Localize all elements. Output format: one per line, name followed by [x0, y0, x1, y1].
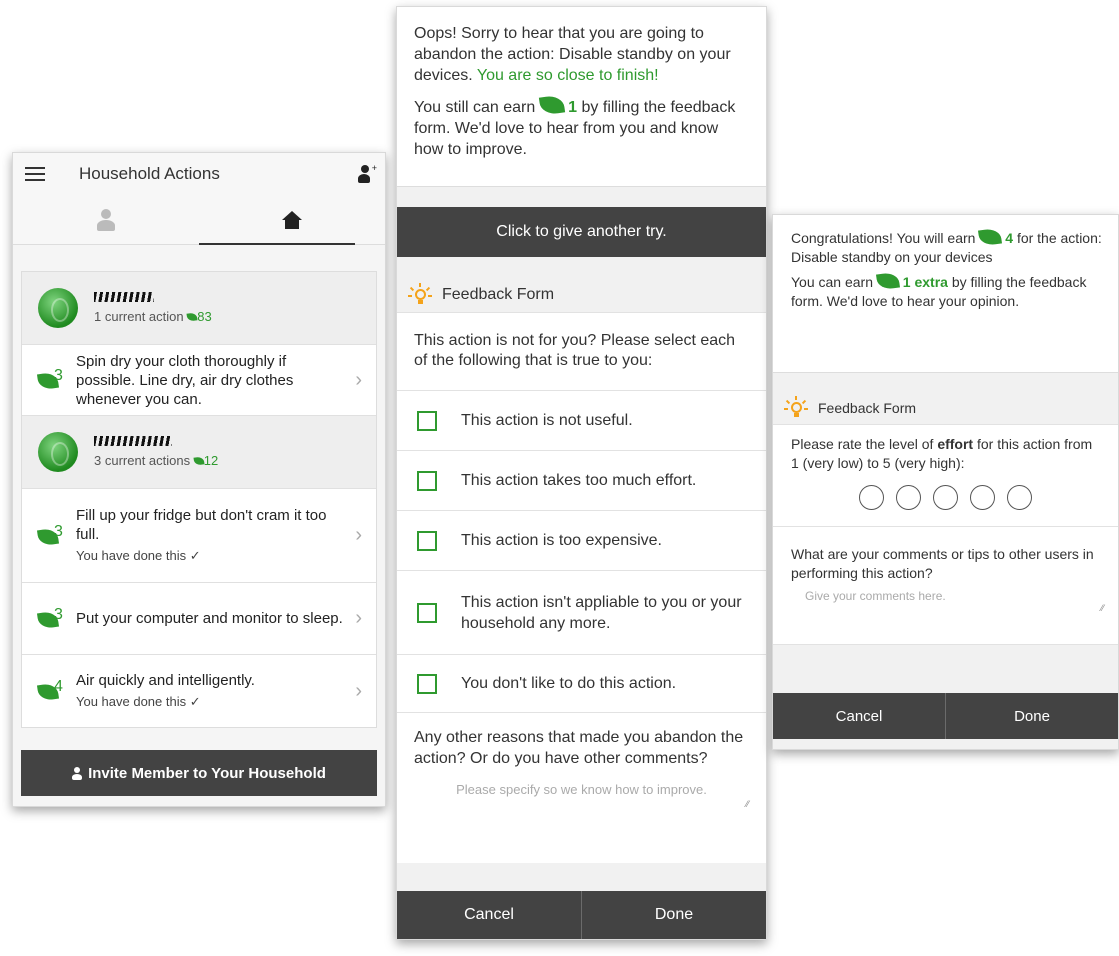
earn-points: 1 [568, 99, 578, 116]
comments-section: What are your comments or tips to other … [773, 527, 1118, 645]
action-text: Spin dry your cloth thoroughly if possib… [76, 352, 294, 408]
option-not-appliable[interactable]: This action isn't appliable to you or yo… [397, 571, 766, 655]
earn-points: 1 extra [902, 274, 948, 290]
cancel-button[interactable]: Cancel [773, 693, 945, 739]
member-points: 83 [197, 309, 212, 324]
action-points: 3 [54, 367, 63, 384]
add-user-icon[interactable]: + [357, 163, 377, 183]
invite-member-button[interactable]: Invite Member to Your Household [21, 750, 377, 796]
lightbulb-icon [408, 282, 432, 307]
member-action-count: 1 current action [94, 309, 184, 324]
effort-keyword: effort [937, 436, 974, 452]
chevron-right-icon: › [355, 524, 362, 546]
comments-textarea[interactable]: Give your comments here. [791, 589, 1104, 619]
effort-rating-section: Please rate the level of effort for this… [773, 425, 1118, 527]
checkbox[interactable] [417, 530, 437, 551]
member-row[interactable]: 3 current actions 12 [22, 416, 376, 489]
tab-personal[interactable] [13, 195, 199, 244]
action-item[interactable]: 3 Put your computer and monitor to sleep… [22, 583, 376, 655]
feedback-form: Feedback Form Please rate the level of e… [773, 391, 1118, 645]
action-text: Fill up your fridge but don't cram it to… [76, 507, 327, 543]
leaf-icon [193, 456, 205, 466]
try-again-button[interactable]: Click to give another try. [397, 207, 766, 257]
congrats-message: Congratulations! You will earn 4 for the… [773, 215, 1118, 373]
redacted-name [94, 436, 172, 446]
checkbox[interactable] [417, 602, 437, 623]
feedback-form: Feedback Form This action is not for you… [397, 277, 766, 863]
form-header: Feedback Form [397, 277, 766, 313]
congrats-points: 4 [1005, 230, 1014, 246]
tab-household[interactable] [199, 195, 385, 245]
option-dont-like[interactable]: You don't like to do this action. [397, 655, 766, 713]
chevron-right-icon: › [355, 368, 362, 391]
action-text: Air quickly and intelligently. [76, 672, 255, 689]
form-title: Feedback Form [442, 285, 555, 303]
member-points: 12 [203, 453, 219, 468]
abandon-message: Oops! Sorry to hear that you are going t… [397, 7, 766, 187]
earn-prefix: You still can earn [414, 99, 536, 116]
page-title: Household Actions [79, 164, 220, 183]
rating-radio-2[interactable] [896, 485, 921, 510]
done-button[interactable]: Done [581, 891, 766, 939]
lightbulb-icon [784, 395, 808, 420]
action-bar: Cancel Done [397, 891, 766, 939]
done-status: You have done this ✓ [76, 694, 201, 709]
leaf-icon [538, 94, 565, 116]
action-points: 4 [54, 678, 63, 695]
option-not-useful[interactable]: This action is not useful. [397, 391, 766, 451]
chevron-right-icon: › [355, 679, 362, 702]
home-icon [282, 210, 302, 229]
avatar [38, 432, 78, 472]
rating-radio-1[interactable] [859, 485, 884, 510]
tab-bar [13, 195, 385, 245]
earn-prefix: You can earn [791, 274, 873, 290]
menu-icon[interactable] [25, 167, 45, 181]
household-actions-screen: Household Actions + 1 current action 83 [12, 152, 386, 807]
congrats-prefix: Congratulations! You will earn [791, 230, 976, 246]
avatar [38, 288, 78, 328]
other-reasons-section: Any other reasons that made you abandon … [397, 713, 766, 863]
person-icon [96, 208, 116, 231]
household-list: 1 current action 83 3 Spin dry your clot… [21, 271, 377, 728]
comments-textarea[interactable]: Please specify so we know how to improve… [414, 779, 749, 821]
question-text: This action is not for you? Please selec… [397, 313, 766, 391]
person-icon [72, 766, 83, 780]
action-bar: Cancel Done [773, 693, 1118, 739]
checkbox[interactable] [417, 673, 437, 694]
member-row[interactable]: 1 current action 83 [22, 272, 376, 345]
completion-feedback-screen: Congratulations! You will earn 4 for the… [772, 214, 1119, 750]
option-too-expensive[interactable]: This action is too expensive. [397, 511, 766, 571]
rating-radio-4[interactable] [970, 485, 995, 510]
done-status: You have done this ✓ [76, 548, 201, 563]
action-item[interactable]: 3 Spin dry your cloth thoroughly if poss… [22, 345, 376, 416]
action-item[interactable]: 3 Fill up your fridge but don't cram it … [22, 489, 376, 583]
cancel-button[interactable]: Cancel [397, 891, 581, 939]
done-button[interactable]: Done [945, 693, 1118, 739]
comments-question: What are your comments or tips to other … [791, 546, 1094, 581]
chevron-right-icon: › [355, 607, 362, 629]
member-action-count: 3 current actions [94, 453, 191, 468]
abandon-feedback-screen: Oops! Sorry to hear that you are going t… [396, 6, 767, 940]
form-title: Feedback Form [818, 399, 917, 416]
form-header: Feedback Form [773, 391, 1118, 425]
rating-radio-5[interactable] [1007, 485, 1032, 510]
redacted-name [94, 292, 154, 302]
close-to-finish-text: You are so close to finish! [476, 67, 659, 84]
option-too-much-effort[interactable]: This action takes too much effort. [397, 451, 766, 511]
leaf-icon [875, 271, 900, 291]
effort-question: Please rate the level of effort for this… [791, 436, 1093, 471]
rating-radio-3[interactable] [933, 485, 958, 510]
action-points: 3 [54, 605, 63, 623]
leaf-icon [978, 227, 1003, 247]
checkbox[interactable] [417, 470, 437, 491]
rating-radios [773, 473, 1118, 526]
action-points: 3 [54, 522, 63, 540]
app-header: Household Actions + [13, 153, 385, 195]
action-item[interactable]: 4 Air quickly and intelligently. You have… [22, 655, 376, 727]
action-text: Put your computer and monitor to sleep. [76, 610, 343, 627]
invite-label: Invite Member to Your Household [88, 764, 326, 782]
checkbox[interactable] [417, 410, 437, 431]
other-reasons-question: Any other reasons that made you abandon … [414, 729, 744, 767]
